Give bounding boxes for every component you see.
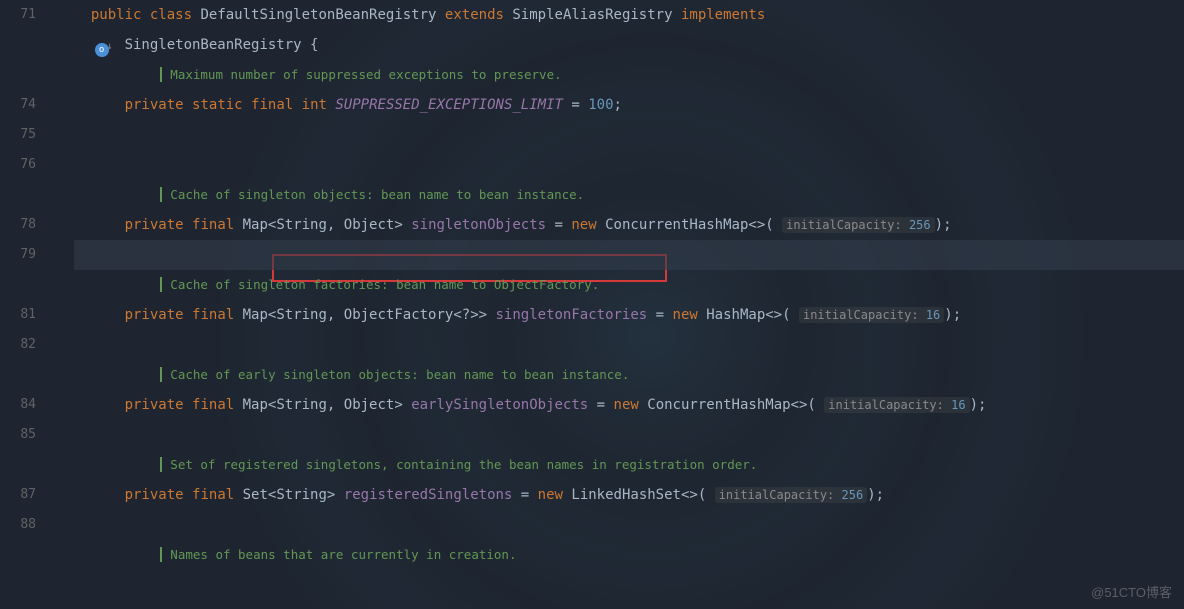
code-line[interactable]: private final Map<String, Object> single… (74, 210, 1184, 240)
code-content[interactable]: public class DefaultSingletonBeanRegistr… (74, 0, 1184, 609)
doc-comment: Names of beans that are currently in cre… (160, 547, 516, 562)
doc-comment: Cache of early singleton objects: bean n… (160, 367, 629, 382)
code-line[interactable]: private final Map<String, ObjectFactory<… (74, 300, 1184, 330)
watermark-text: @51CTO博客 (1091, 582, 1172, 601)
line-number: 79 (0, 240, 36, 270)
gutter-line-numbers: 71 74 75 76 78 79 81 82 84 85 87 88 (0, 0, 44, 609)
code-line[interactable]: private static final int SUPPRESSED_EXCE… (74, 90, 1184, 120)
line-number (0, 270, 36, 300)
code-line-comment[interactable]: Cache of early singleton objects: bean n… (74, 360, 1184, 390)
code-line-empty[interactable] (74, 150, 1184, 180)
doc-comment: Set of registered singletons, containing… (160, 457, 757, 472)
doc-comment: Maximum number of suppressed exceptions … (160, 67, 561, 82)
line-number: 82 (0, 330, 36, 360)
line-number: 88 (0, 510, 36, 540)
line-number: 75 (0, 120, 36, 150)
doc-comment: Cache of singleton factories: bean name … (160, 277, 599, 292)
line-number: 71 (0, 0, 36, 30)
code-line-comment[interactable]: Names of beans that are currently in cre… (74, 540, 1184, 570)
line-number: 76 (0, 150, 36, 180)
line-number: 85 (0, 420, 36, 450)
line-number: 78 (0, 210, 36, 240)
line-number: 84 (0, 390, 36, 420)
code-line-comment[interactable]: Set of registered singletons, containing… (74, 450, 1184, 480)
line-number (0, 60, 36, 90)
code-line-comment[interactable]: Cache of singleton factories: bean name … (74, 270, 1184, 300)
line-number (0, 360, 36, 390)
line-number (0, 540, 36, 570)
code-line-empty[interactable] (74, 510, 1184, 540)
code-line[interactable]: SingletonBeanRegistry { (74, 30, 1184, 60)
line-number: 81 (0, 300, 36, 330)
code-line-current[interactable] (74, 240, 1184, 270)
code-line[interactable]: private final Map<String, Object> earlyS… (74, 390, 1184, 420)
line-number: 74 (0, 90, 36, 120)
gutter-override-marker[interactable]: o↓ (44, 0, 74, 30)
code-line-comment[interactable]: Maximum number of suppressed exceptions … (74, 60, 1184, 90)
line-number (0, 30, 36, 60)
code-line-empty[interactable] (74, 120, 1184, 150)
doc-comment: Cache of singleton objects: bean name to… (160, 187, 584, 202)
gutter-icons: o↓ (44, 0, 74, 609)
line-number (0, 450, 36, 480)
code-line-comment[interactable]: Cache of singleton objects: bean name to… (74, 180, 1184, 210)
line-number: 87 (0, 480, 36, 510)
code-line[interactable]: private final Set<String> registeredSing… (74, 480, 1184, 510)
code-line[interactable]: public class DefaultSingletonBeanRegistr… (74, 0, 1184, 30)
code-editor[interactable]: 71 74 75 76 78 79 81 82 84 85 87 88 o↓ p… (0, 0, 1184, 609)
line-number (0, 180, 36, 210)
code-line-empty[interactable] (74, 330, 1184, 360)
code-line-empty[interactable] (74, 420, 1184, 450)
